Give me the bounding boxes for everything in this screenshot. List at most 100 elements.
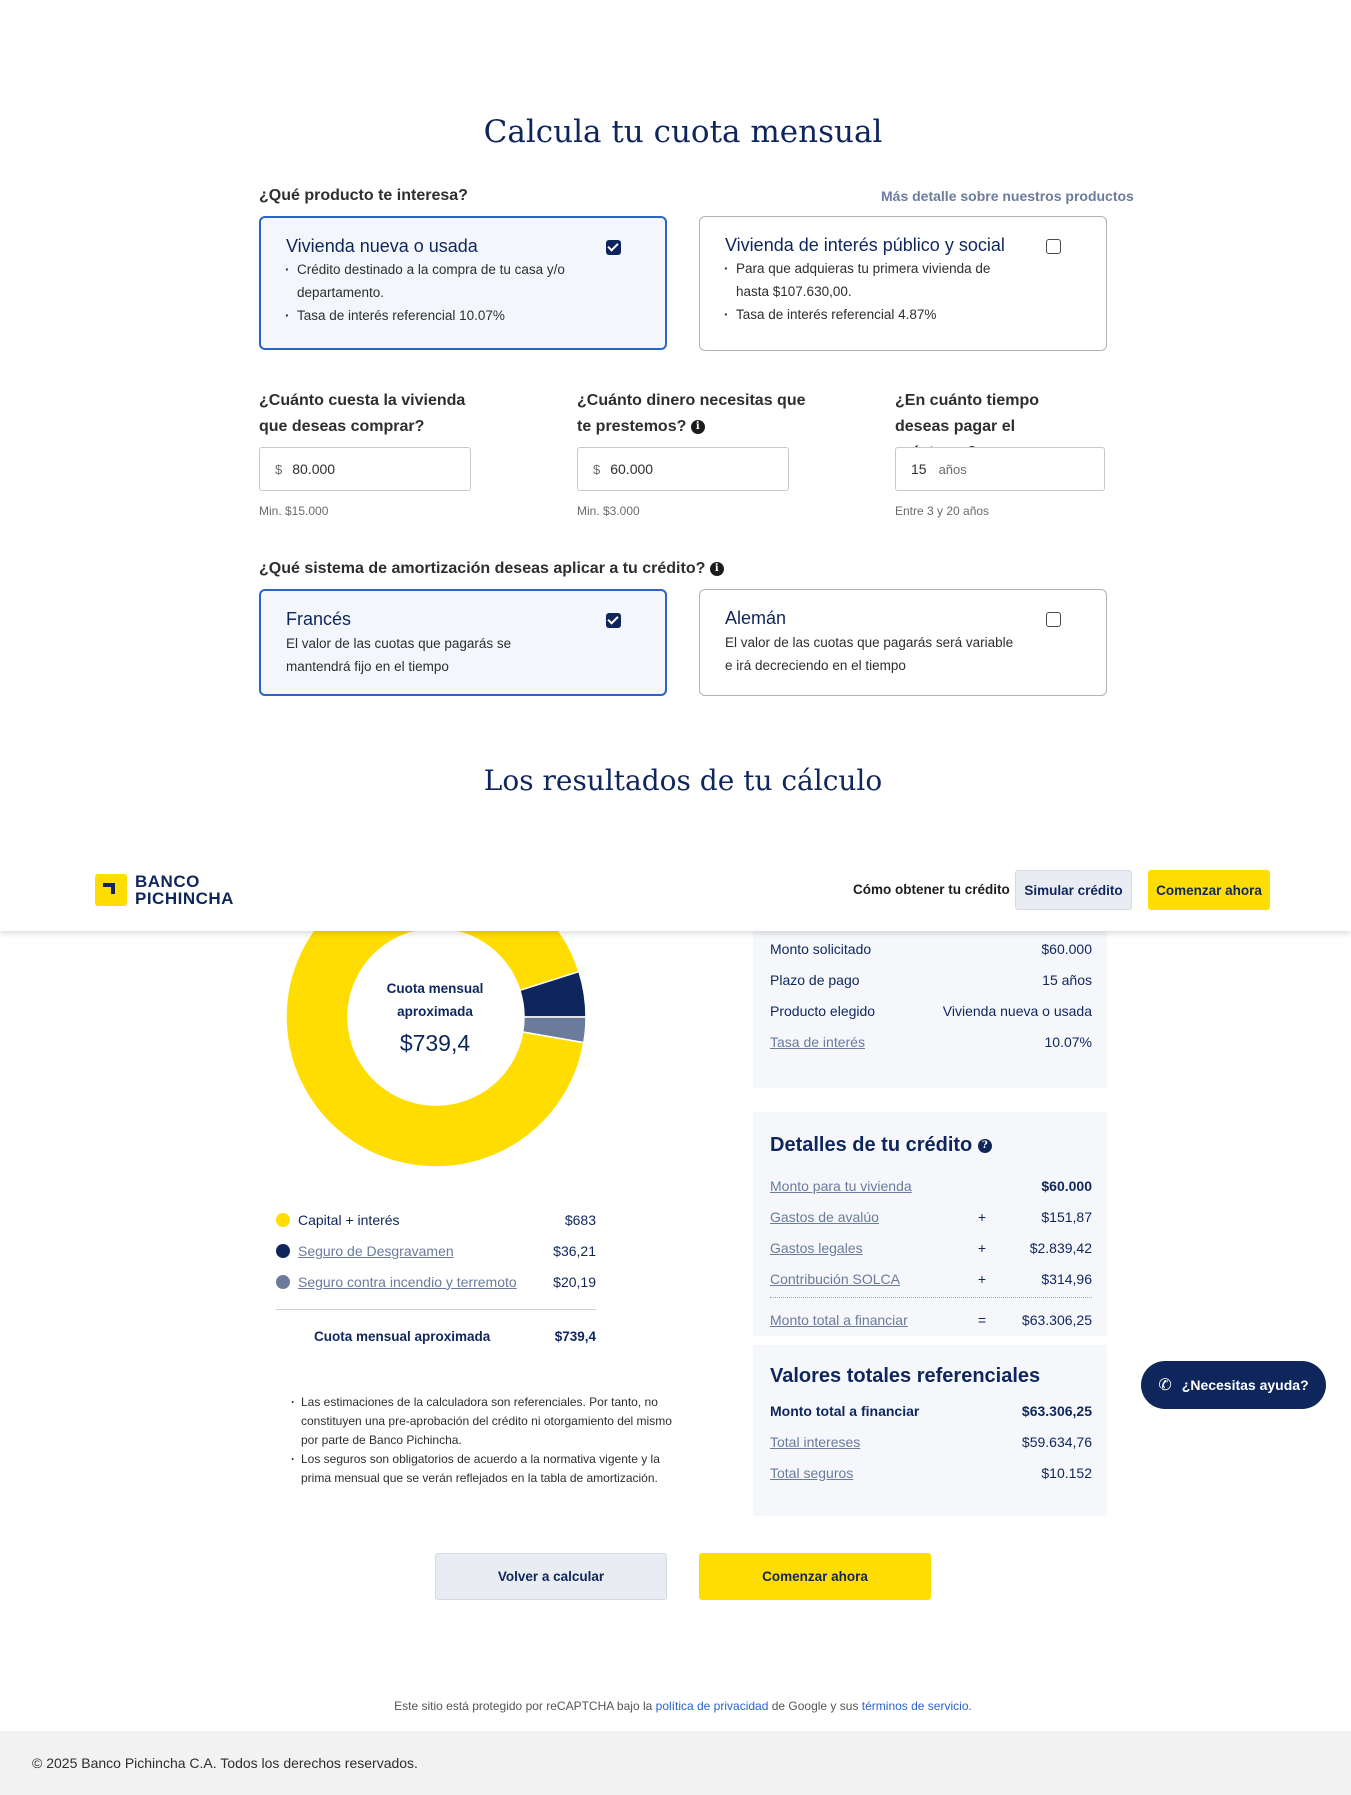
details-title: Detalles de tu crédito ? (770, 1134, 992, 1157)
donut-legend: Capital + interés $683 Seguro de Desgrav… (276, 1204, 596, 1297)
details-sign: + (977, 1270, 987, 1287)
currency-prefix: $ (275, 461, 283, 477)
legend-total-label: Cuota mensual aproximada (314, 1329, 491, 1344)
disclaimer-notes: Las estimaciones de la calculadora son r… (291, 1393, 683, 1488)
recaptcha-text: de Google y sus (771, 1699, 859, 1713)
totals-row: Total seguros $10.152 (770, 1457, 1092, 1488)
legend-total-value: $739,4 (554, 1329, 596, 1344)
legend-dot-grey (276, 1274, 290, 1289)
amort-card-frances[interactable]: Francés El valor de las cuotas que pagar… (259, 589, 667, 696)
summary-value: 15 años (1042, 971, 1092, 988)
details-link[interactable]: Gastos legales (770, 1240, 962, 1256)
bank-logo-icon[interactable] (95, 874, 127, 906)
recaptcha-text: Este sitio está protegido por reCAPTCHA … (394, 1699, 653, 1713)
summary-value: 10.07% (1044, 1033, 1092, 1050)
details-link[interactable]: Monto para tu vivienda (770, 1178, 962, 1194)
loan-hint: Min. $3.000 (577, 504, 640, 518)
recalculate-button[interactable]: Volver a calcular (435, 1553, 667, 1600)
summary-row: Producto elegido Vivienda nueva o usada (770, 995, 1092, 1026)
amort-checkbox-checked[interactable] (606, 613, 621, 628)
question-icon[interactable]: ? (977, 1138, 992, 1153)
legend-item: Seguro contra incendio y terremoto $20,1… (276, 1266, 596, 1297)
details-title-text: Detalles de tu crédito (770, 1134, 973, 1156)
product-card-vivienda[interactable]: Vivienda nueva o usada Crédito destinado… (259, 216, 667, 350)
amort-card-aleman[interactable]: Alemán El valor de las cuotas que pagará… (699, 589, 1107, 696)
amort-question-text: ¿Qué sistema de amortización deseas apli… (259, 560, 706, 577)
price-hint: Min. $15.000 (259, 504, 329, 518)
legend-label: Capital + interés (298, 1211, 400, 1228)
details-value: $314,96 (1041, 1270, 1092, 1287)
page-title: Calcula tu cuota mensual (483, 114, 883, 150)
details-total-link[interactable]: Monto total a financiar (770, 1312, 962, 1328)
term-input[interactable]: 15 años (895, 447, 1105, 491)
amort-checkbox-unchecked[interactable] (1046, 612, 1061, 627)
footer: © 2025 Banco Pichincha C.A. Todos los de… (0, 1731, 1351, 1795)
legend-item: Seguro de Desgravamen $36,21 (276, 1235, 596, 1266)
product-card-title: Vivienda nueva o usada (286, 236, 478, 256)
summary-label: Plazo de pago (770, 971, 860, 988)
interest-rate-link[interactable]: Tasa de interés (770, 1034, 865, 1050)
legend-value: $683 (564, 1211, 596, 1228)
amort-desc: El valor de las cuotas que pagarás será … (725, 635, 1014, 673)
info-icon[interactable]: i (709, 561, 724, 576)
summary-row: Tasa de interés 10.07% (770, 1026, 1092, 1057)
field-label-loan: ¿Cuánto dinero necesitas que te prestemo… (577, 388, 807, 440)
summary-label: Producto elegido (770, 1002, 876, 1019)
totals-label: Monto total a financiar (770, 1402, 920, 1419)
summary-label: Monto solicitado (770, 940, 872, 957)
summary-row: Monto solicitado $60.000 (770, 933, 1092, 964)
details-sign: = (977, 1311, 987, 1328)
loan-value: 60.000 (610, 461, 654, 477)
help-button[interactable]: ✆ ¿Necesitas ayuda? (1141, 1361, 1326, 1409)
donut-center-label: Cuota mensual aproximada (386, 981, 484, 1019)
details-link[interactable]: Contribución SOLCA (770, 1271, 962, 1287)
product-checkbox-unchecked[interactable] (1046, 239, 1061, 254)
help-label: ¿Necesitas ayuda? (1181, 1377, 1309, 1393)
price-input[interactable]: $ 80.000 (259, 447, 471, 491)
disclaimer-note: Las estimaciones de la calculadora son r… (291, 1393, 683, 1450)
details-value: $151,87 (1041, 1208, 1092, 1225)
legend-divider (276, 1309, 596, 1310)
term-suffix: años (938, 461, 967, 477)
totals-title: Valores totales referenciales (770, 1365, 1041, 1387)
details-total-row: Monto total a financiar = $63.306,25 (770, 1304, 1092, 1335)
legend-dot-yellow (276, 1212, 290, 1227)
product-question: ¿Qué producto te interesa? (259, 187, 468, 204)
phone-icon: ✆ (1158, 1377, 1172, 1394)
bank-logo-text[interactable]: BANCO PICHINCHA (135, 873, 234, 907)
term-value: 15 (911, 461, 927, 477)
details-row: Gastos de avalúo + $151,87 (770, 1201, 1092, 1232)
legend-link-incendio[interactable]: Seguro contra incendio y terremoto (298, 1274, 553, 1290)
loan-input[interactable]: $ 60.000 (577, 447, 789, 491)
privacy-policy-link[interactable]: política de privacidad (656, 1699, 769, 1713)
legend-dot-navy (276, 1243, 290, 1258)
header-start-button[interactable]: Comenzar ahora (1148, 870, 1270, 910)
disclaimer-note: Los seguros son obligatorios de acuerdo … (291, 1450, 683, 1488)
nav-how-to-get-credit[interactable]: Cómo obtener tu crédito (853, 882, 1010, 897)
total-insurance-link[interactable]: Total seguros (770, 1465, 853, 1481)
terms-of-service-link[interactable]: términos de servicio (862, 1699, 969, 1713)
details-link[interactable]: Gastos de avalúo (770, 1209, 962, 1225)
total-interest-link[interactable]: Total intereses (770, 1434, 860, 1450)
details-row: Contribución SOLCA + $314,96 (770, 1263, 1092, 1294)
details-row: Monto para tu vivienda $60.000 (770, 1170, 1092, 1201)
copyright-text: © 2025 Banco Pichincha C.A. Todos los de… (32, 1755, 418, 1771)
legend-value: $36,21 (553, 1242, 596, 1259)
product-details-link[interactable]: Más detalle sobre nuestros productos (881, 188, 1134, 204)
legend-link-desgravamen[interactable]: Seguro de Desgravamen (298, 1243, 553, 1259)
legend-item: Capital + interés $683 (276, 1204, 596, 1235)
simulate-credit-button[interactable]: Simular crédito (1015, 870, 1132, 910)
start-now-button[interactable]: Comenzar ahora (699, 1553, 931, 1600)
totals-row: Monto total a financiar $63.306,25 (770, 1395, 1092, 1426)
product-checkbox-checked[interactable] (606, 240, 621, 255)
product-bullet: Tasa de interés referencial 4.87% (716, 303, 991, 326)
summary-panel: Monto solicitado $60.000 Plazo de pago 15 … (753, 931, 1107, 1088)
product-card-social[interactable]: Vivienda de interés público y social Par… (699, 216, 1107, 351)
totals-value: $10.152 (1041, 1464, 1092, 1481)
details-sign: + (977, 1239, 987, 1256)
info-icon[interactable]: i (690, 419, 705, 434)
product-bullet: Para que adquieras tu primera vivienda d… (716, 257, 991, 303)
logo-line2: PICHINCHA (135, 889, 234, 908)
details-divider (770, 1297, 1092, 1298)
totals-value: $59.634,76 (1021, 1433, 1092, 1450)
